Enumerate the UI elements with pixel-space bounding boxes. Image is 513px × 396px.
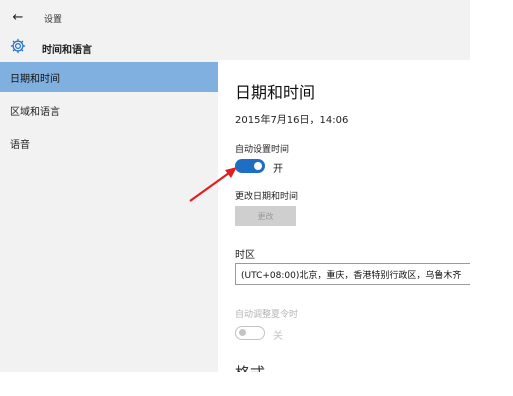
sidebar-item-speech[interactable]: 语音	[0, 128, 218, 158]
section-title: 日期和时间	[235, 83, 316, 102]
sidebar-item-date-time[interactable]: 日期和时间	[0, 62, 218, 92]
sidebar-item-region-language[interactable]: 区域和语言	[0, 95, 218, 125]
gear-icon	[10, 38, 26, 54]
arrow-left-icon: ←	[12, 9, 24, 25]
back-button[interactable]: ←	[4, 7, 32, 27]
red-arrow-annotation	[189, 167, 237, 202]
change-button-label: 更改	[257, 211, 274, 221]
current-datetime: 2015年7月16日，14:06	[235, 115, 349, 126]
change-datetime-label: 更改日期和时间	[235, 192, 299, 202]
timezone-dropdown[interactable]: (UTC+08:00)北京，重庆，香港特别行政区，乌鲁木齐	[235, 263, 470, 285]
sidebar-item-label: 语音	[10, 139, 30, 151]
toggle-knob	[254, 162, 262, 170]
format-heading: 格式	[235, 362, 265, 372]
page-title: 时间和语言	[42, 45, 92, 56]
sidebar-item-label: 区域和语言	[10, 106, 60, 118]
auto-time-state: 开	[273, 164, 283, 175]
sidebar-item-label: 日期和时间	[10, 73, 60, 85]
auto-dst-toggle[interactable]	[235, 326, 265, 340]
change-datetime-button[interactable]: 更改	[235, 206, 296, 226]
timezone-value: (UTC+08:00)北京，重庆，香港特别行政区，乌鲁木齐	[241, 270, 462, 281]
sidebar: 日期和时间 区域和语言 语音	[0, 60, 218, 372]
auto-time-label: 自动设置时间	[235, 145, 290, 155]
timezone-label: 时区	[235, 250, 255, 261]
window-title: 设置	[44, 15, 63, 25]
auto-dst-label: 自动调整夏令时	[235, 310, 299, 320]
auto-dst-state: 关	[273, 331, 283, 342]
toggle-knob	[239, 329, 246, 336]
title-bar: ← 设置	[0, 0, 470, 32]
